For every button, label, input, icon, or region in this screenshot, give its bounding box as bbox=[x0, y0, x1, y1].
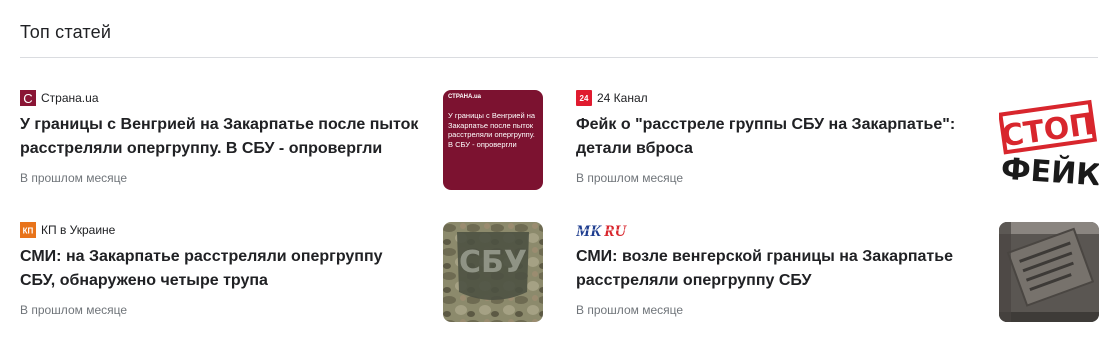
article-thumbnail-2[interactable]: СТОП ФЕЙК bbox=[999, 90, 1099, 190]
section-title: Топ статей bbox=[20, 22, 112, 42]
article-thumbnail-4[interactable] bbox=[999, 222, 1099, 322]
svg-text:RU: RU bbox=[603, 223, 628, 238]
top-articles-section: Топ статей C Страна.ua У границы с Венгр… bbox=[0, 0, 1110, 337]
source-name: КП в Украине bbox=[41, 223, 116, 237]
thumbnail-text: У границы с Венгрией на Закарпатье после… bbox=[448, 111, 536, 149]
article-time: В прошлом месяце bbox=[20, 303, 128, 317]
24-kanal-logo-icon: 24 bbox=[576, 90, 592, 106]
article-headline[interactable]: СМИ: возле венгерской границы на Закарпа… bbox=[576, 245, 976, 293]
article-thumbnail-1[interactable]: СТРАНА.ua У границы с Венгрией на Закарп… bbox=[443, 90, 543, 190]
building-plaque-photo bbox=[999, 222, 1099, 322]
article-source: 24 24 Канал bbox=[576, 90, 648, 106]
sbu-patch-photo: СБУ bbox=[443, 222, 543, 322]
thumbnail-brand: СТРАНА.ua bbox=[448, 94, 481, 100]
svg-text:СБУ: СБУ bbox=[459, 245, 527, 280]
article-time: В прошлом месяце bbox=[20, 171, 128, 185]
kp-logo-icon: КП bbox=[20, 222, 36, 238]
article-source: C Страна.ua bbox=[20, 90, 99, 106]
svg-text:КП: КП bbox=[23, 227, 34, 236]
divider bbox=[20, 57, 1098, 58]
article-source: КП КП в Украине bbox=[20, 222, 115, 238]
source-name: 24 Канал bbox=[597, 91, 648, 105]
svg-text:C: C bbox=[23, 91, 32, 106]
mk-ru-logo-icon: MK RU bbox=[575, 222, 628, 240]
svg-text:MK: MK bbox=[576, 223, 602, 238]
stop-fake-stamp-image: СТОП ФЕЙК bbox=[999, 90, 1099, 190]
article-time: В прошлом месяце bbox=[576, 303, 684, 317]
article-headline[interactable]: Фейк о "расстреле группы СБУ на Закарпат… bbox=[576, 113, 976, 161]
article-source: MK RU bbox=[575, 222, 628, 240]
article-time: В прошлом месяце bbox=[576, 171, 684, 185]
article-headline[interactable]: У границы с Венгрией на Закарпатье после… bbox=[20, 113, 420, 161]
svg-text:ФЕЙК: ФЕЙК bbox=[1000, 151, 1099, 190]
article-headline[interactable]: СМИ: на Закарпатье расстреляли опергрупп… bbox=[20, 245, 420, 293]
svg-text:24: 24 bbox=[580, 94, 589, 103]
source-name: Страна.ua bbox=[41, 91, 99, 105]
article-thumbnail-3[interactable]: СБУ bbox=[443, 222, 543, 322]
strana-ua-logo-icon: C bbox=[20, 90, 36, 106]
